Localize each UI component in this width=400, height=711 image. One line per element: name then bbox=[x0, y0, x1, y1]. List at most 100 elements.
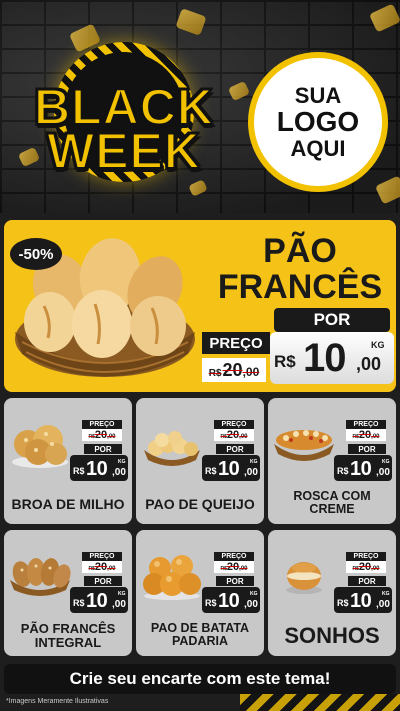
unit-label: KG bbox=[118, 459, 126, 465]
product-card[interactable]: PREÇO R$ 20,00 POR R$ 10 ,00 KG SONHOS bbox=[268, 530, 396, 656]
new-price-int: 10 bbox=[218, 458, 240, 480]
por-label: POR bbox=[216, 576, 254, 586]
product-card[interactable]: PREÇO R$ 20,00 POR R$ 10 ,00 KG PAO DE BATAT… bbox=[136, 530, 264, 656]
new-price-cents: ,00 bbox=[112, 467, 126, 478]
old-price-cents: ,00 bbox=[107, 566, 116, 572]
new-price-currency: R$ bbox=[73, 598, 85, 608]
old-price: R$ 20,00 bbox=[214, 561, 254, 573]
product-name-line1: BROA DE MILHO bbox=[11, 496, 125, 512]
product-name-line2: PADARIA bbox=[171, 634, 229, 649]
new-price-cents: ,00 bbox=[244, 599, 258, 610]
gold-confetti-icon bbox=[368, 3, 400, 33]
unit-label: KG bbox=[371, 340, 385, 350]
new-price-currency: R$ bbox=[73, 466, 85, 476]
new-price: R$ 10 ,00 KG bbox=[202, 455, 260, 481]
unit-label: KG bbox=[382, 591, 390, 597]
new-price-currency: R$ bbox=[274, 352, 296, 371]
new-price-cents: ,00 bbox=[112, 599, 126, 610]
unit-label: KG bbox=[250, 591, 258, 597]
logo-placeholder[interactable]: SUA LOGO AQUI bbox=[248, 52, 388, 192]
por-label: POR bbox=[84, 576, 122, 586]
logo-text-line2: LOGO bbox=[276, 106, 360, 138]
product-card[interactable]: PREÇO R$ 20,00 POR R$ 10 ,00 KG PÃO FRANCÊS … bbox=[4, 530, 132, 656]
product-name: PAO DE BATATA PADARIA bbox=[138, 621, 262, 649]
gold-confetti-icon bbox=[175, 8, 207, 36]
por-label: POR bbox=[84, 444, 122, 454]
product-name: PAO DE QUEIJO bbox=[138, 497, 262, 512]
old-price-cents: ,00 bbox=[242, 365, 260, 379]
new-price: R$ 10 ,00 KG bbox=[270, 332, 394, 384]
new-price: R$ 10 ,00 KG bbox=[70, 587, 128, 613]
old-price-cents: ,00 bbox=[239, 434, 248, 440]
product-name-line1: PÃO FRANCÊS bbox=[20, 621, 116, 636]
new-price-cents: ,00 bbox=[376, 467, 390, 478]
old-price-currency: R$ bbox=[208, 368, 222, 379]
old-price: R$ 20,00 bbox=[82, 429, 122, 441]
unit-label: KG bbox=[250, 459, 258, 465]
product-name-line2: INTEGRAL bbox=[34, 634, 102, 650]
cta-banner[interactable]: Crie seu encarte com este tema! bbox=[4, 664, 396, 694]
discount-badge: -50% bbox=[10, 238, 62, 270]
por-label: POR bbox=[274, 308, 390, 332]
unit-label: KG bbox=[118, 591, 126, 597]
new-price-currency: R$ bbox=[337, 466, 349, 476]
corn-bread-icon bbox=[12, 425, 68, 468]
product-name: SONHOS bbox=[270, 624, 394, 647]
new-price-int: 10 bbox=[303, 336, 346, 380]
new-price: R$ 10 ,00 KG bbox=[202, 587, 260, 613]
preco-label: PREÇO bbox=[214, 552, 254, 561]
featured-product-title: PÃO FRANCÊS bbox=[210, 233, 390, 305]
product-name-line2: CREME bbox=[309, 502, 355, 517]
new-price-int: 10 bbox=[86, 458, 108, 480]
old-price-int: 20 bbox=[226, 561, 240, 573]
new-price-int: 10 bbox=[218, 590, 240, 612]
header-banner: BLACK WEEK SUA LOGO AQUI bbox=[0, 0, 400, 213]
new-price: R$ 10 ,00 KG bbox=[70, 455, 128, 481]
product-name: ROSCA COM CREME bbox=[270, 489, 394, 517]
logo-text-line1: SUA bbox=[294, 83, 342, 109]
product-card[interactable]: PREÇO R$ 20,00 POR R$ 10 ,00 KG PAO DE QUEIJ… bbox=[136, 398, 264, 524]
old-price-cents: ,00 bbox=[371, 434, 380, 440]
wholegrain-bread-icon bbox=[10, 558, 71, 596]
product-name: BROA DE MILHO bbox=[6, 497, 130, 512]
unit-label: KG bbox=[382, 459, 390, 465]
new-price: R$ 10 ,00 KG bbox=[334, 587, 392, 613]
disclaimer-text: *Imagens Meramente Ilustrativas bbox=[6, 698, 109, 705]
product-name: PÃO FRANCÊS INTEGRAL bbox=[6, 622, 130, 649]
product-card[interactable]: PREÇO R$ 20,00 POR R$ 10 ,00 KG ROSCA COM CR… bbox=[268, 398, 396, 524]
old-price-int: 20 bbox=[222, 360, 243, 380]
new-price: R$ 10 ,00 KG bbox=[334, 455, 392, 481]
old-price-int: 20 bbox=[358, 561, 372, 573]
new-price-int: 10 bbox=[350, 458, 372, 480]
old-price-int: 20 bbox=[226, 429, 240, 441]
new-price-currency: R$ bbox=[205, 598, 217, 608]
preco-label: PREÇO bbox=[202, 332, 270, 354]
old-price: R$ 20,00 bbox=[82, 561, 122, 573]
por-label: POR bbox=[216, 444, 254, 454]
badge-week-word: WEEK bbox=[46, 123, 201, 179]
por-label: POR bbox=[348, 444, 386, 454]
old-price: R$ 20,00 bbox=[214, 429, 254, 441]
cheese-bread-icon bbox=[144, 431, 200, 466]
new-price-cents: ,00 bbox=[244, 467, 258, 478]
new-price-cents: ,00 bbox=[356, 354, 382, 374]
gold-confetti-icon bbox=[374, 175, 400, 205]
preco-label: PREÇO bbox=[82, 420, 122, 429]
new-price-cents: ,00 bbox=[376, 599, 390, 610]
featured-offer[interactable]: PÃO FRANCÊS POR PREÇO R$ 20,00 R$ 10 ,00 … bbox=[4, 220, 396, 392]
old-price: R$ 20,00 bbox=[346, 429, 386, 441]
new-price-int: 10 bbox=[350, 590, 372, 612]
product-card[interactable]: PREÇO R$ 20,00 POR R$ 10 ,00 KG BROA DE MILH… bbox=[4, 398, 132, 524]
black-week-badge: BLACK WEEK bbox=[8, 40, 240, 190]
old-price-int: 20 bbox=[358, 429, 372, 441]
preco-label: PREÇO bbox=[346, 552, 386, 561]
new-price-int: 10 bbox=[86, 590, 108, 612]
old-price: R$ 20,00 bbox=[202, 358, 266, 382]
product-name-line1: PAO DE QUEIJO bbox=[145, 496, 255, 512]
old-price: R$ 20,00 bbox=[346, 561, 386, 573]
donut-icon bbox=[286, 562, 322, 594]
por-label: POR bbox=[348, 576, 386, 586]
old-price-cents: ,00 bbox=[107, 434, 116, 440]
potato-bun-icon bbox=[143, 555, 201, 600]
old-price-cents: ,00 bbox=[371, 566, 380, 572]
